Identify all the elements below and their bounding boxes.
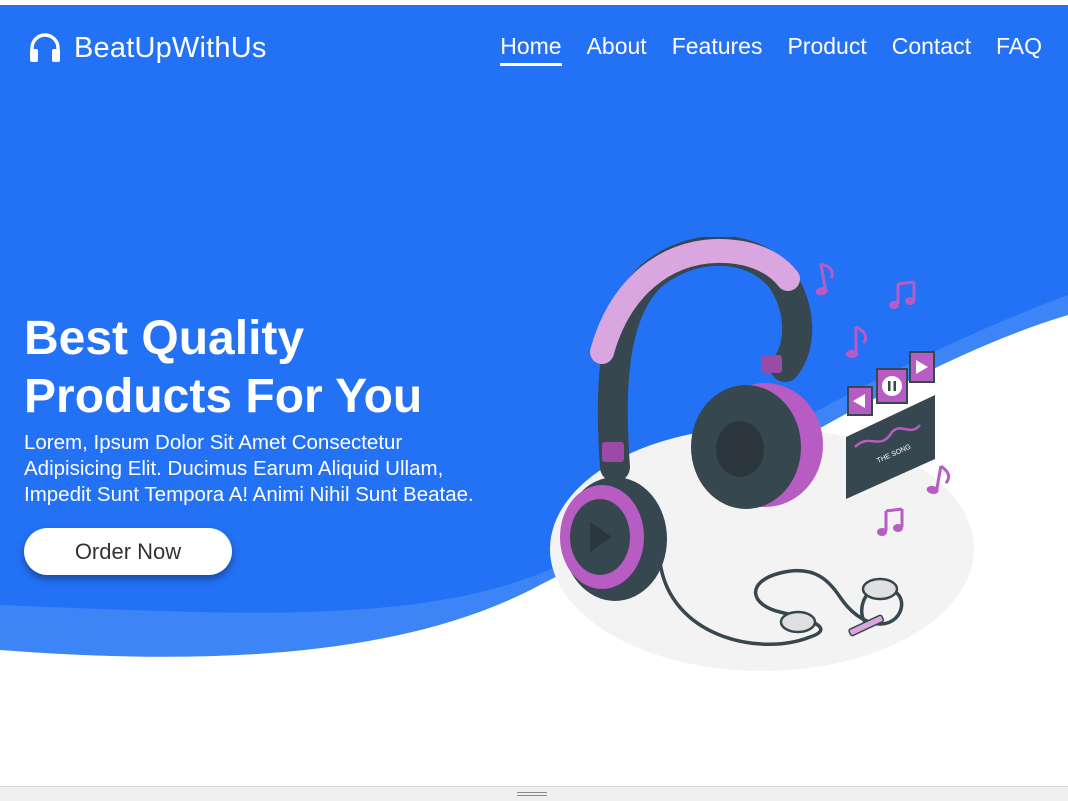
hero-description-line-2: Adipisicing Elit. Ducimus Earum Aliquid … <box>24 457 444 480</box>
headphones-illustration: THE SONG <box>550 237 974 671</box>
nav-link-home[interactable]: Home <box>500 33 562 66</box>
brand[interactable]: BeatUpWithUs <box>28 31 267 65</box>
nav-link-features[interactable]: Features <box>672 33 763 64</box>
hero-section: BeatUpWithUs Home About Features Product… <box>0 5 1068 786</box>
headband-joint <box>602 442 624 462</box>
ear-cup-right-inner <box>716 421 764 477</box>
music-note-icon <box>889 280 916 309</box>
bottom-panel-bar <box>0 786 1068 801</box>
navbar: BeatUpWithUs Home About Features Product… <box>0 5 1068 91</box>
cable-earbud-right <box>861 577 899 601</box>
brand-name: BeatUpWithUs <box>74 31 267 64</box>
pause-icon <box>882 376 902 396</box>
nav-link-faq[interactable]: FAQ <box>996 33 1042 64</box>
music-note-icon <box>815 262 834 296</box>
hero-title: Best Quality Products For You <box>24 310 504 426</box>
nav-links: Home About Features Product Contact FAQ <box>500 33 1042 66</box>
hero-title-line-2: Products For You <box>24 370 423 423</box>
music-note-icon <box>846 325 868 358</box>
order-now-button[interactable]: Order Now <box>24 528 232 575</box>
hero-description-line-3: Impedit Sunt Tempora A! Animi Nihil Sunt… <box>24 483 474 506</box>
nav-link-about[interactable]: About <box>587 33 647 64</box>
nav-link-contact[interactable]: Contact <box>892 33 971 64</box>
cable-earbud-left <box>779 610 817 634</box>
hero-description-line-1: Lorem, Ipsum Dolor Sit Amet Consectetur <box>24 431 403 454</box>
resize-handle[interactable] <box>517 792 547 798</box>
hero-description: Lorem, Ipsum Dolor Sit Amet Consectetur … <box>24 430 544 508</box>
hero-title-line-1: Best Quality <box>24 312 305 365</box>
headband-joint-right <box>762 355 782 373</box>
nav-link-product[interactable]: Product <box>787 33 866 64</box>
headphones-icon <box>30 33 60 62</box>
